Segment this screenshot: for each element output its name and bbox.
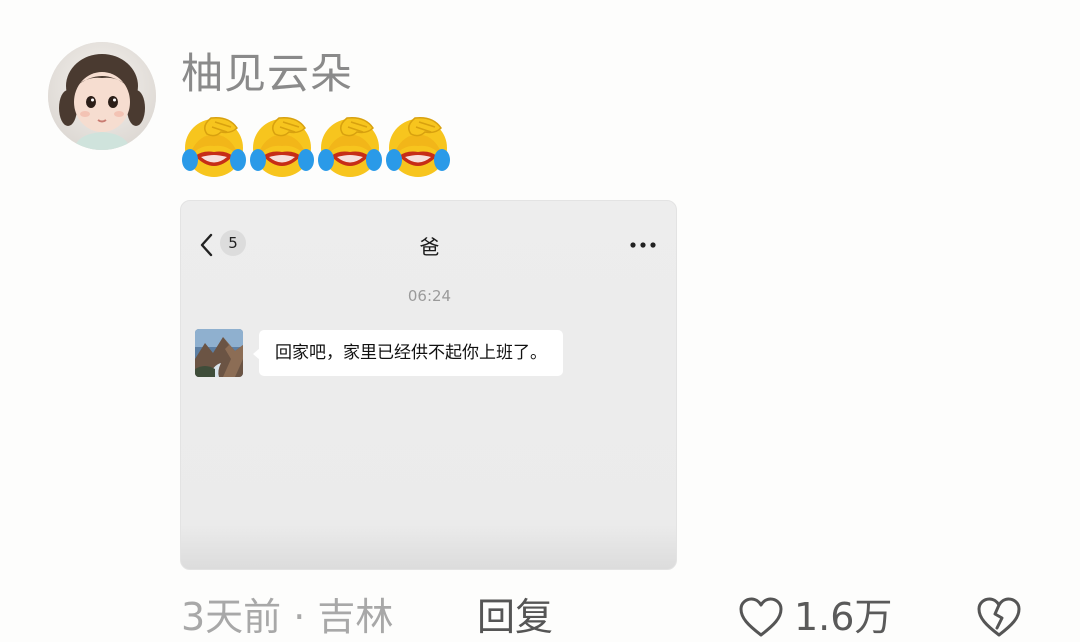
user-avatar[interactable] xyxy=(48,42,156,150)
facepalm-laugh-cry-emoji xyxy=(250,116,314,177)
comment-item: 柚见云朵 爸 06:24 回家吧，家里已经供不起你上班了。 5 3天前 · 吉林… xyxy=(0,0,1080,642)
reaction-emoji-row xyxy=(181,114,451,180)
comment-meta: 3天前 · 吉林 xyxy=(181,595,394,639)
chat-title: 爸 xyxy=(419,235,440,259)
reply-button[interactable]: 回复 xyxy=(477,592,553,642)
username[interactable]: 柚见云朵 xyxy=(181,48,353,100)
heart-outline-icon[interactable] xyxy=(738,596,784,638)
like-count: 1.6万 xyxy=(794,595,893,639)
chat-screenshot-image[interactable]: 爸 06:24 回家吧，家里已经供不起你上班了。 xyxy=(180,200,677,570)
unread-badge: 5 xyxy=(220,230,246,256)
child-avatar-image xyxy=(48,42,156,150)
facepalm-laugh-cry-emoji xyxy=(386,116,450,177)
broken-heart-icon[interactable] xyxy=(975,596,1023,638)
sender-avatar xyxy=(195,329,243,377)
more-dots-icon xyxy=(630,242,656,248)
landscape-avatar-image xyxy=(195,329,243,377)
facepalm-laugh-cry-emoji xyxy=(318,116,382,177)
message-bubble: 回家吧，家里已经供不起你上班了。 xyxy=(259,330,563,376)
facepalm-laugh-cry-emoji xyxy=(182,116,246,177)
message-time: 06:24 xyxy=(407,287,452,305)
